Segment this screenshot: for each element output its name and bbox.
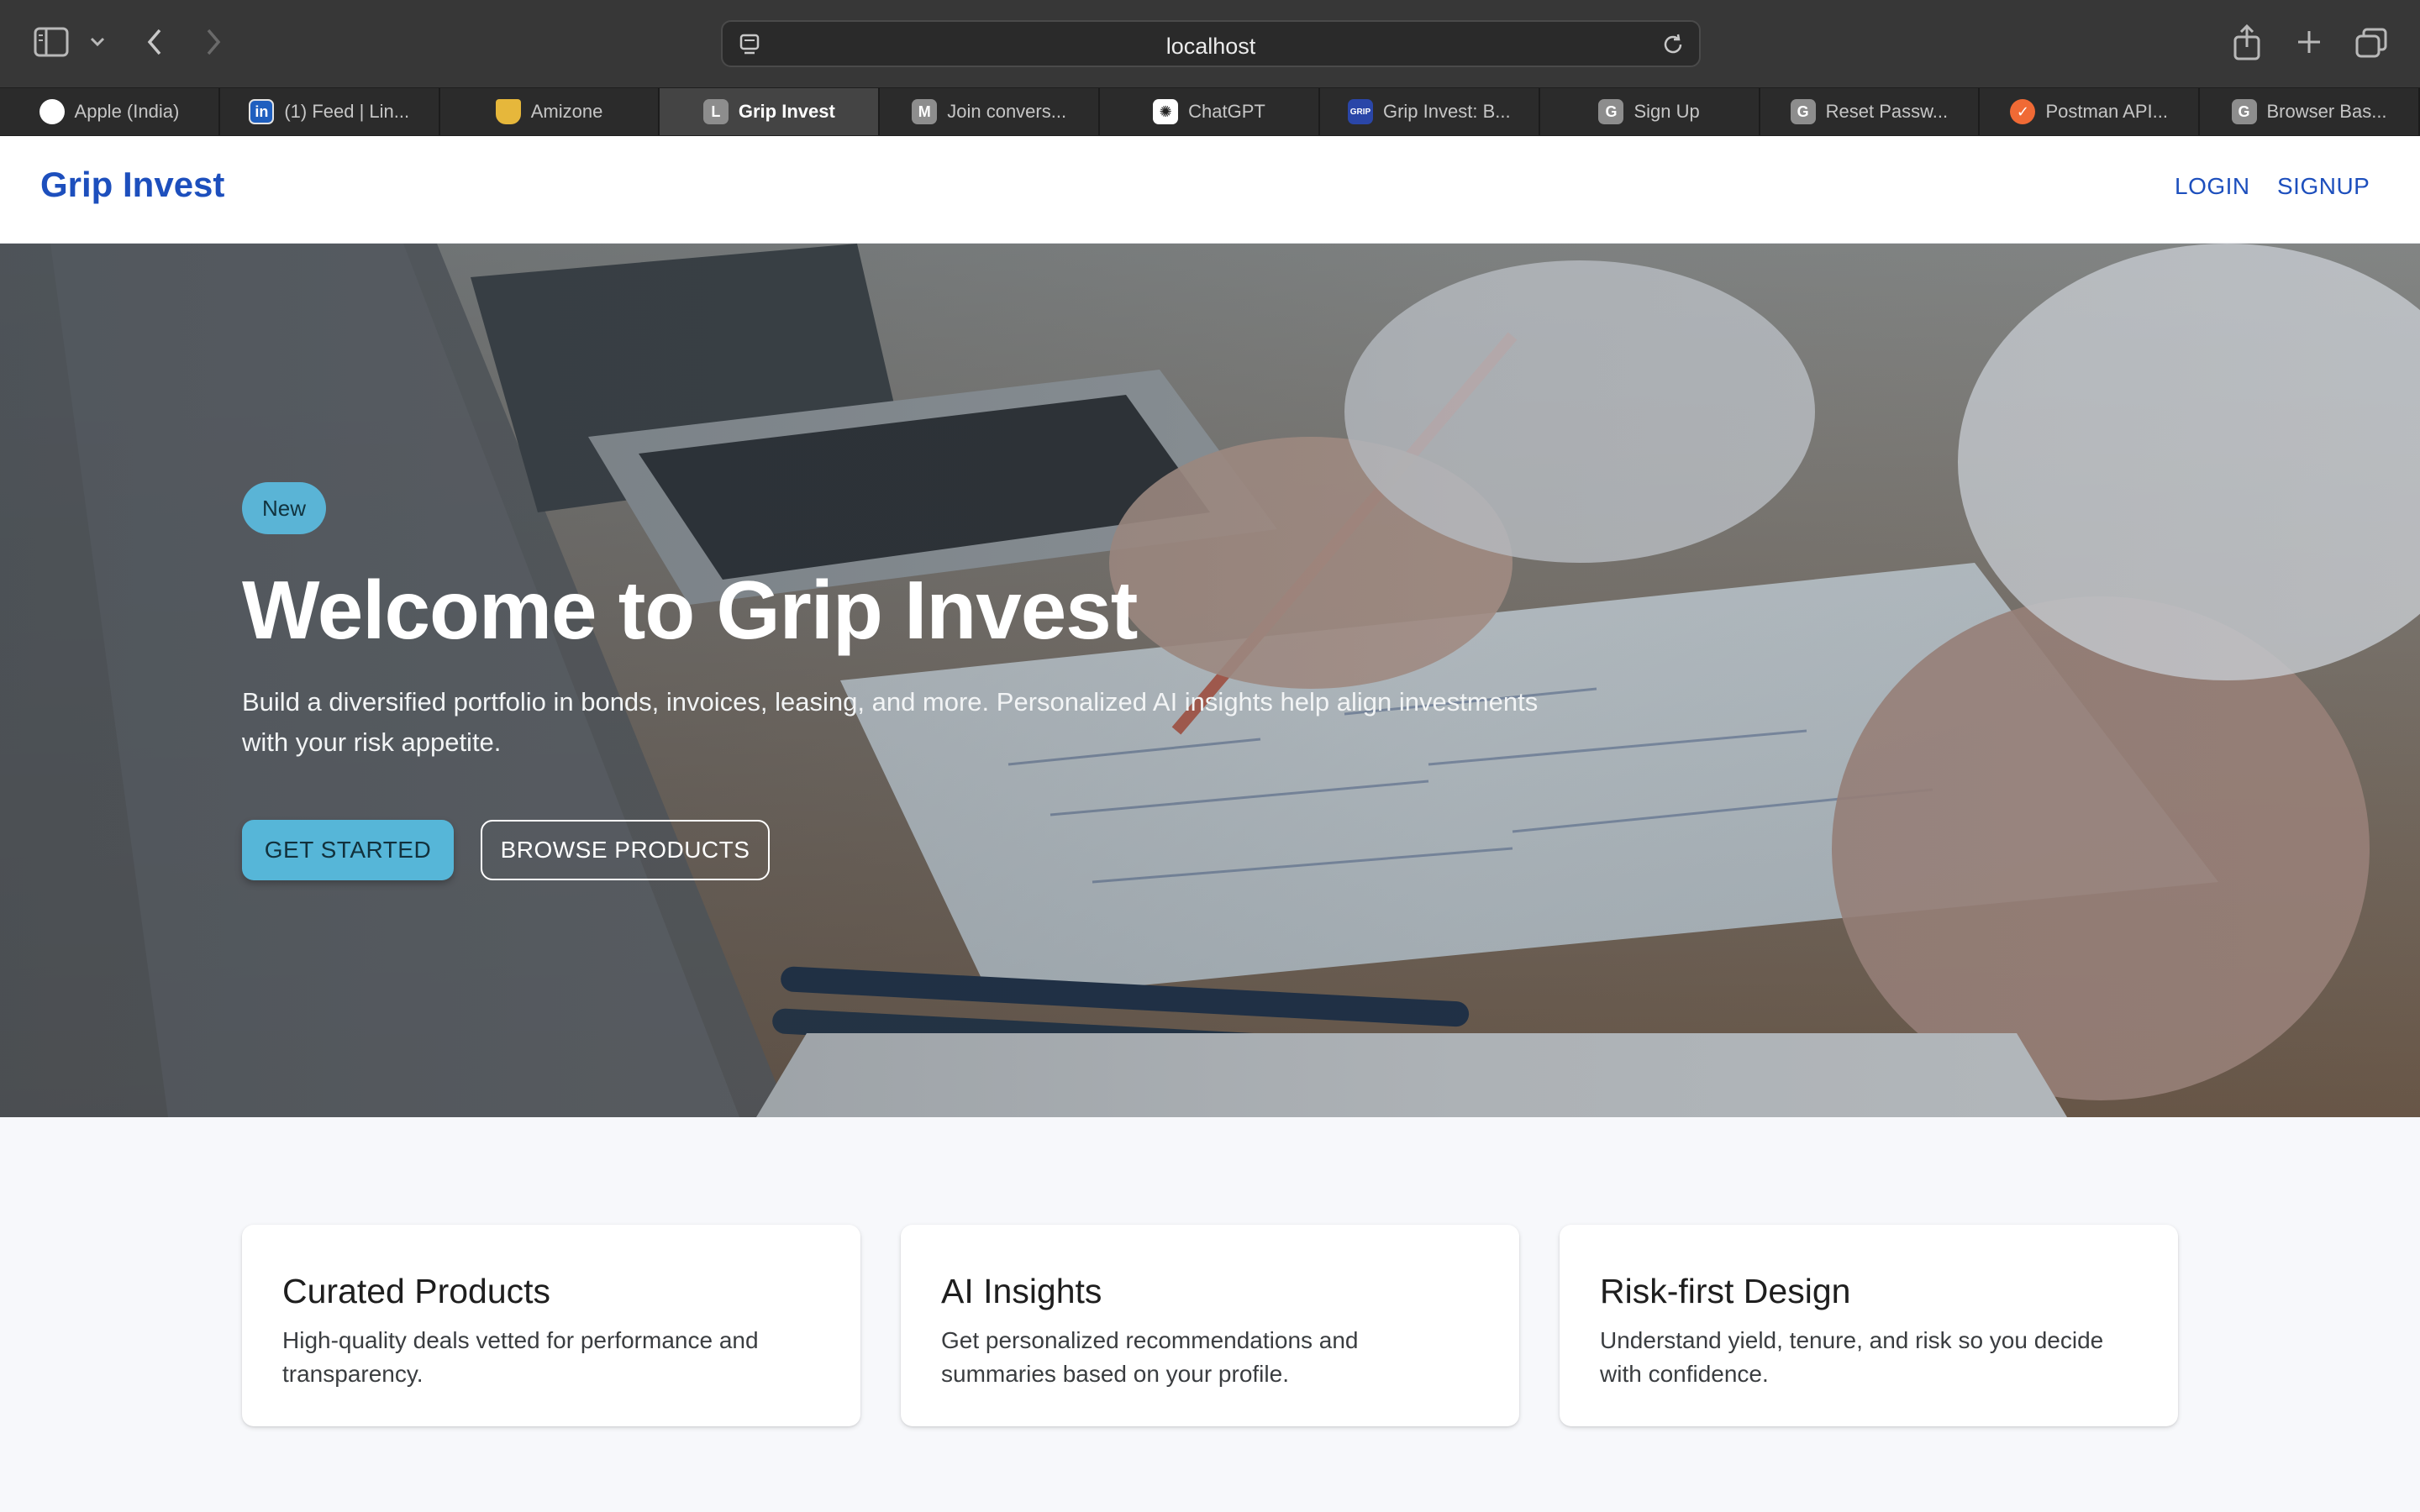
tab-label: Grip Invest: B... xyxy=(1382,101,1511,122)
back-arrow-icon[interactable] xyxy=(141,25,168,59)
tab-grip-invest[interactable]: L Grip Invest xyxy=(660,88,881,135)
reload-icon[interactable] xyxy=(1660,32,1686,57)
features-section: Curated Products High-quality deals vett… xyxy=(0,1117,2420,1512)
forward-arrow-icon[interactable] xyxy=(200,25,227,59)
tab-postman[interactable]: ✓ Postman API... xyxy=(1980,88,2201,135)
hero-subtitle: Build a diversified portfolio in bonds, … xyxy=(242,687,1539,757)
letter-g-icon: G xyxy=(1790,99,1816,124)
tab-reset-password[interactable]: G Reset Passw... xyxy=(1760,88,1981,135)
tab-apple[interactable]: Apple (India) xyxy=(0,88,220,135)
chevron-down-icon[interactable] xyxy=(87,30,108,54)
letter-g-icon: G xyxy=(1598,99,1624,124)
new-badge: New xyxy=(242,482,327,534)
tab-bar: Apple (India) in (1) Feed | Lin... Amizo… xyxy=(0,87,2420,136)
grip-icon: GRIP xyxy=(1347,99,1373,124)
feature-title: AI Insights xyxy=(941,1272,1102,1310)
feature-card: Curated Products High-quality deals vett… xyxy=(242,1225,860,1426)
feature-text: High-quality deals vetted for performanc… xyxy=(282,1327,759,1387)
feature-title: Curated Products xyxy=(282,1272,551,1310)
address-bar[interactable]: localhost xyxy=(721,20,1701,67)
hero-title: Welcome to Grip Invest xyxy=(242,564,1138,656)
feature-card: Risk-first Design Understand yield, tenu… xyxy=(1560,1225,2178,1426)
signup-link[interactable]: SIGNUP xyxy=(2277,173,2370,200)
chatgpt-icon: ✺ xyxy=(1153,99,1179,124)
tab-label: Apple (India) xyxy=(74,101,180,122)
tab-label: Join convers... xyxy=(947,101,1067,122)
sidebar-toggle-icon[interactable] xyxy=(34,27,69,57)
new-tab-icon[interactable] xyxy=(2294,27,2324,57)
hero-section: New Welcome to Grip Invest Build a diver… xyxy=(0,244,2420,1117)
letter-m-icon: M xyxy=(912,99,938,124)
tab-amizone[interactable]: Amizone xyxy=(440,88,660,135)
tab-label: Browser Bas... xyxy=(2266,101,2387,122)
feature-text: Understand yield, tenure, and risk so yo… xyxy=(1600,1327,2104,1387)
get-started-button[interactable]: GET STARTED xyxy=(242,820,454,880)
tab-label: Postman API... xyxy=(2045,101,2168,122)
tab-overview-icon[interactable] xyxy=(2354,27,2388,59)
tab-chatgpt[interactable]: ✺ ChatGPT xyxy=(1100,88,1320,135)
tab-label: Sign Up xyxy=(1634,101,1700,122)
tab-join-conversation[interactable]: M Join convers... xyxy=(880,88,1101,135)
tab-label: Grip Invest xyxy=(738,101,835,122)
browse-products-button[interactable]: BROWSE PRODUCTS xyxy=(481,820,770,880)
feature-text: Get personalized recommendations and sum… xyxy=(941,1327,1359,1387)
app-navbar: Grip Invest LOGIN SIGNUP xyxy=(0,136,2420,244)
tab-label: Reset Passw... xyxy=(1825,101,1949,122)
login-link[interactable]: LOGIN xyxy=(2175,173,2250,200)
tab-label: Amizone xyxy=(530,101,603,122)
url-text: localhost xyxy=(1165,34,1256,59)
brand-logo[interactable]: Grip Invest xyxy=(40,165,224,205)
feature-title: Risk-first Design xyxy=(1600,1272,1851,1310)
share-icon[interactable] xyxy=(2232,24,2262,60)
linkedin-icon: in xyxy=(249,99,275,124)
tab-label: (1) Feed | Lin... xyxy=(284,101,410,122)
feature-card: AI Insights Get personalized recommendat… xyxy=(901,1225,1519,1426)
hero-overlay xyxy=(0,244,2420,1117)
amizone-icon xyxy=(495,99,521,124)
letter-g-icon: G xyxy=(2231,99,2257,124)
postman-icon: ✓ xyxy=(2010,99,2036,124)
letter-l-icon: L xyxy=(702,99,729,124)
apple-icon xyxy=(39,99,65,124)
tab-sign-up[interactable]: G Sign Up xyxy=(1540,88,1760,135)
tab-linkedin[interactable]: in (1) Feed | Lin... xyxy=(220,88,440,135)
tab-grip-invest-b[interactable]: GRIP Grip Invest: B... xyxy=(1320,88,1540,135)
tab-browser-based[interactable]: G Browser Bas... xyxy=(2200,88,2420,135)
browser-toolbar: localhost xyxy=(0,0,2420,87)
tab-label: ChatGPT xyxy=(1188,101,1265,122)
